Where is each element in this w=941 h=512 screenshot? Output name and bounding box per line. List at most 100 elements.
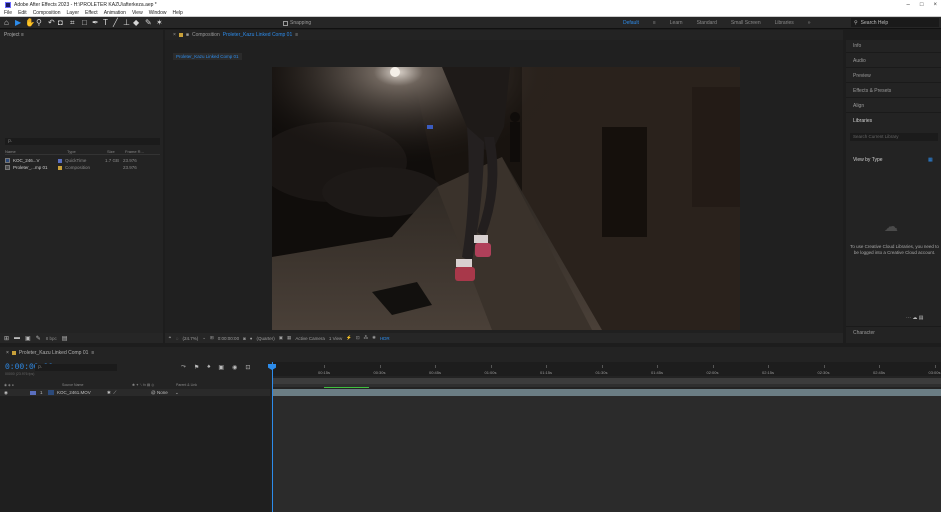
layer-duration-bar[interactable]: [272, 389, 941, 396]
new-composition-icon[interactable]: ▣: [25, 335, 31, 342]
col-type[interactable]: Type: [67, 149, 107, 154]
maximize-button[interactable]: □: [920, 2, 924, 8]
draft-3d-icon[interactable]: ⚑: [194, 364, 199, 371]
chevron-down-icon[interactable]: ⌄: [175, 390, 179, 396]
snapping-toggle[interactable]: Snapping: [283, 20, 311, 26]
region-of-interest-icon[interactable]: ▣: [279, 335, 283, 341]
composition-flow-tab[interactable]: Proleter_Kazu Linked Comp 01: [173, 53, 242, 60]
snapping-checkbox[interactable]: [283, 20, 288, 26]
col-name[interactable]: Name: [5, 149, 67, 154]
col-parent-link[interactable]: Parent & Link: [176, 383, 197, 387]
pen-tool-icon[interactable]: ✒: [92, 19, 99, 27]
clone-stamp-tool-icon[interactable]: ⊥: [123, 19, 130, 27]
workspace-overflow-icon[interactable]: »: [808, 20, 811, 26]
panel-align[interactable]: Align: [853, 103, 864, 109]
transparency-grid-icon[interactable]: ▦: [287, 335, 291, 341]
rotate-tool-icon[interactable]: ↶: [48, 19, 55, 27]
menu-view[interactable]: View: [132, 10, 143, 16]
pen-icon[interactable]: ✎: [36, 335, 41, 342]
view-by-type-select[interactable]: View by Type: [853, 157, 883, 163]
current-time-indicator[interactable]: [272, 362, 273, 512]
close-button[interactable]: ×: [933, 2, 937, 8]
panel-audio[interactable]: Audio: [853, 58, 866, 64]
frame-blending-icon[interactable]: ▣: [218, 364, 224, 371]
exposure-icon[interactable]: ✺: [372, 335, 376, 341]
new-folder-icon[interactable]: ▬: [14, 335, 20, 341]
eraser-tool-icon[interactable]: ◆: [133, 19, 139, 27]
panel-effects-presets[interactable]: Effects & Presets: [853, 88, 891, 94]
tab-menu-icon[interactable]: ≡: [91, 350, 94, 356]
table-row[interactable]: ◉ 1 KOC_2461.MOV ✱ ⟋ @ None ⌄: [0, 389, 270, 396]
bit-depth[interactable]: 8 bpc: [46, 336, 57, 341]
workspace-small-screen[interactable]: Small Screen: [731, 20, 761, 26]
fast-preview-icon[interactable]: ⚡: [346, 335, 352, 341]
trash-icon[interactable]: ▤: [62, 335, 68, 342]
timeline-tab[interactable]: × Proleter_Kazu Linked Comp 01 ≡: [0, 349, 94, 357]
snapshot-icon[interactable]: ◙: [243, 336, 246, 341]
chevron-down-icon[interactable]: ⌄: [202, 335, 206, 341]
grid-icon[interactable]: ⊞: [210, 335, 214, 341]
layer-switches[interactable]: ✱ ⟋: [107, 390, 151, 396]
resolution-select[interactable]: (Quarter): [257, 336, 275, 341]
hand-tool-icon[interactable]: ✋: [25, 19, 35, 27]
tab-menu-icon[interactable]: ≡: [295, 32, 298, 38]
grid-view-icon[interactable]: ▦: [928, 157, 933, 163]
list-item[interactable]: KOC_246...V QuickTime 1.7 GB 23.976: [5, 157, 160, 164]
menu-effect[interactable]: Effect: [85, 10, 98, 16]
panel-preview[interactable]: Preview: [853, 73, 871, 79]
composition-viewer[interactable]: [272, 67, 740, 330]
menu-edit[interactable]: Edit: [18, 10, 27, 16]
motion-blur-icon[interactable]: ◉: [232, 364, 237, 371]
camera-tool-icon[interactable]: ◘: [58, 19, 63, 27]
layer-name[interactable]: KOC_2461.MOV: [57, 390, 107, 395]
workspace-standard[interactable]: Standard: [697, 20, 717, 26]
roto-brush-tool-icon[interactable]: ✎: [145, 19, 152, 27]
lock-icon[interactable]: ■: [186, 32, 189, 38]
library-search-input[interactable]: Search Current Library: [850, 133, 938, 141]
mask-visibility-icon[interactable]: ◌: [176, 336, 179, 341]
timeline-search-input[interactable]: ρ.: [35, 364, 117, 371]
col-frame-rate[interactable]: Frame R...: [125, 149, 155, 154]
list-item[interactable]: Proleter_...mp 01 Composition 23.976: [5, 164, 160, 171]
rectangle-tool-icon[interactable]: □: [82, 19, 87, 27]
zoom-tool-icon[interactable]: ⚲: [36, 19, 42, 27]
workspace-libraries[interactable]: Libraries: [775, 20, 794, 26]
timeline-icon[interactable]: ⊡: [356, 335, 360, 341]
puppet-tool-icon[interactable]: ✶: [156, 19, 163, 27]
parent-select[interactable]: None: [157, 390, 175, 395]
comp-flowchart-icon[interactable]: ⤳: [181, 364, 186, 371]
search-help-field[interactable]: ⚲ Search Help: [851, 18, 939, 27]
visibility-icon[interactable]: ◉: [4, 390, 30, 396]
menu-window[interactable]: Window: [149, 10, 167, 16]
interpret-footage-icon[interactable]: ⊞: [4, 335, 9, 342]
home-icon[interactable]: ⌂: [4, 19, 9, 27]
label-color-chip[interactable]: [58, 158, 62, 163]
close-tab-icon[interactable]: ×: [6, 350, 9, 356]
type-tool-icon[interactable]: T: [103, 19, 108, 27]
menu-animation[interactable]: Animation: [104, 10, 126, 16]
brush-tool-icon[interactable]: ╱: [113, 19, 118, 27]
library-actions-icon[interactable]: ⋯ ☁ ▤: [906, 315, 924, 321]
panel-character[interactable]: Character: [853, 330, 875, 336]
composition-tab-name[interactable]: Proleter_Kazu Linked Comp 01: [223, 32, 293, 38]
camera-select[interactable]: Active Camera: [295, 336, 325, 341]
current-timecode[interactable]: 0:00:00:00: [218, 336, 239, 341]
flowchart-icon[interactable]: ⁂: [364, 335, 369, 341]
view-layout-select[interactable]: 1 View: [329, 336, 342, 341]
menu-composition[interactable]: Composition: [33, 10, 61, 16]
menu-file[interactable]: File: [4, 10, 12, 16]
shy-icon[interactable]: ♠: [207, 364, 210, 371]
channel-icon[interactable]: ●: [250, 336, 253, 341]
project-search-input[interactable]: ρ.: [5, 138, 160, 145]
workspace-default[interactable]: Default: [623, 20, 639, 26]
always-preview-icon[interactable]: ⚭: [168, 335, 172, 341]
zoom-level[interactable]: (24.7%): [182, 336, 198, 341]
workspace-menu-icon[interactable]: ≡: [653, 20, 656, 26]
minimize-button[interactable]: –: [907, 2, 910, 8]
workspace-learn[interactable]: Learn: [670, 20, 683, 26]
col-source-name[interactable]: Source Name: [62, 383, 132, 387]
panel-info[interactable]: Info: [853, 43, 861, 49]
close-tab-icon[interactable]: ×: [173, 32, 176, 38]
pan-behind-tool-icon[interactable]: ⌗: [70, 19, 75, 27]
panel-libraries[interactable]: Libraries: [853, 118, 872, 124]
